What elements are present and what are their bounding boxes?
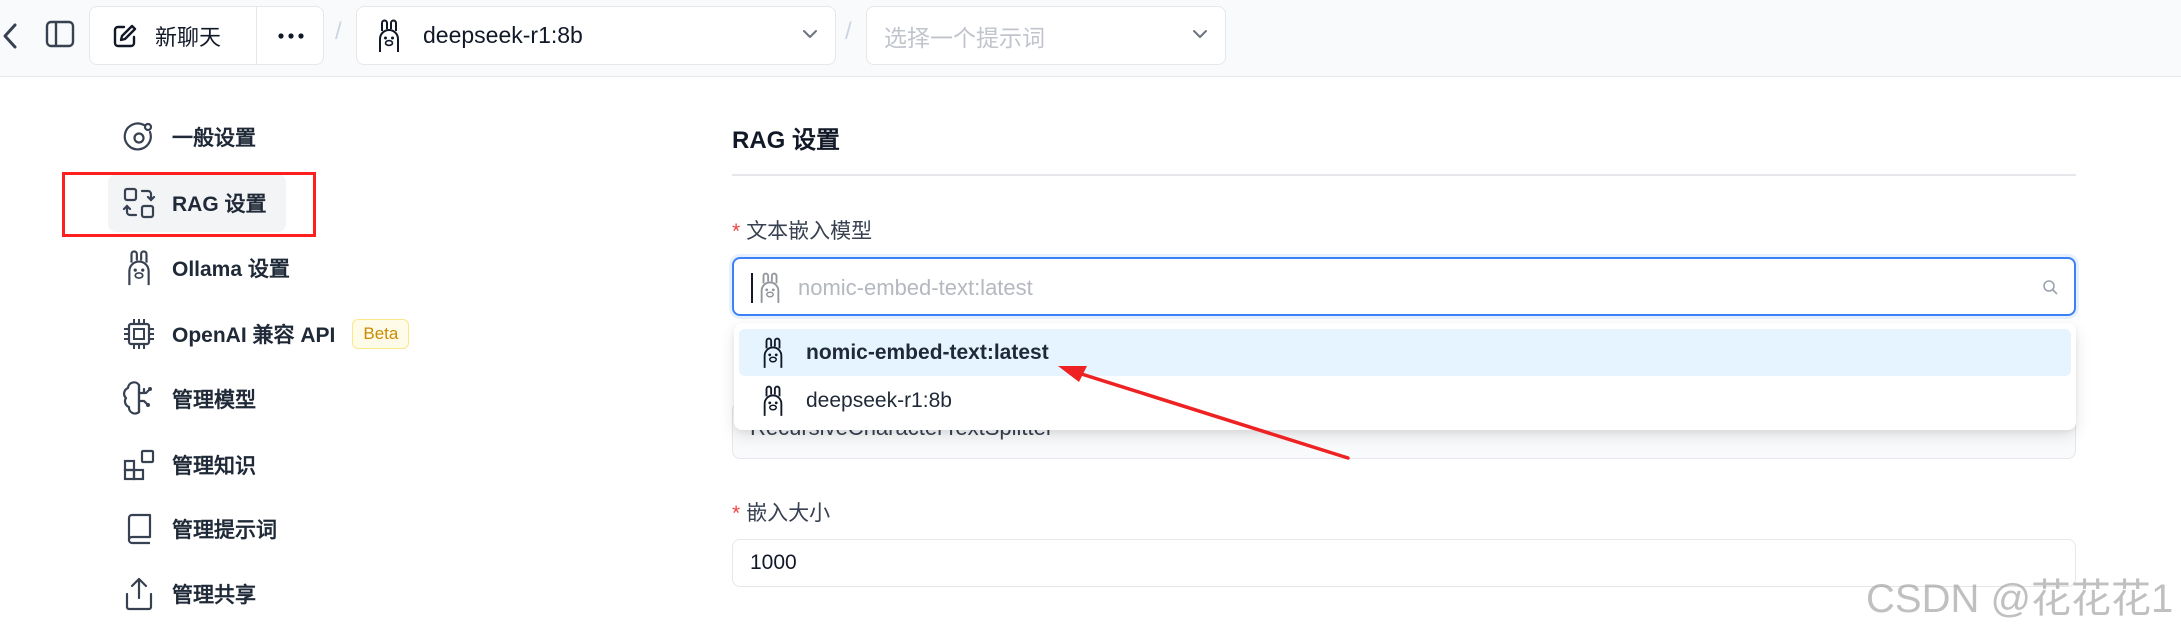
embed-model-option[interactable]: deepseek-r1:8b: [739, 377, 2071, 424]
nav-item-label: 管理模型: [172, 389, 256, 412]
prompt-selector-placeholder: 选择一个提示词: [884, 24, 1045, 51]
breadcrumb-separator: /: [335, 18, 342, 45]
nav-item-label: 管理知识: [172, 455, 256, 478]
chevron-down-icon: [801, 25, 819, 48]
nav-item-manage-knowledge[interactable]: 管理知识: [108, 436, 256, 494]
text-cursor: [751, 273, 753, 303]
search-icon: [2042, 279, 2058, 300]
model-selector-value: deepseek-r1:8b: [423, 22, 583, 48]
nav-item-manage-sharing[interactable]: 管理共享: [108, 565, 256, 623]
ollama-icon: [758, 383, 788, 419]
share-icon: [119, 574, 159, 614]
embed-model-label-text: 文本嵌入模型: [746, 220, 873, 243]
embed-model-dropdown: nomic-embed-text:latest deepseek-r1:8b: [734, 323, 2076, 430]
embed-model-search-input[interactable]: nomic-embed-text:latest: [732, 257, 2076, 316]
top-bar: 新聊天 / deepseek-r1:8b / 选择一个提示词: [0, 0, 2181, 77]
new-chat-button[interactable]: 新聊天: [90, 7, 257, 64]
sidebar-toggle-button[interactable]: [42, 16, 78, 52]
nav-item-label: 管理共享: [172, 584, 256, 607]
edit-icon: [111, 22, 139, 50]
ollama-icon: [373, 18, 405, 54]
nav-item-label: Ollama 设置: [172, 258, 290, 281]
general-settings-icon: [119, 117, 159, 157]
nav-item-label: OpenAI 兼容 API: [172, 324, 336, 347]
divider: [732, 174, 2076, 176]
chevron-left-icon: [3, 23, 17, 49]
embed-model-label: * 文本嵌入模型: [732, 215, 872, 245]
nav-item-manage-models[interactable]: 管理模型: [108, 370, 256, 428]
chunk-size-label: * 嵌入大小: [732, 497, 830, 527]
nav-item-ollama[interactable]: Ollama 设置: [108, 239, 290, 297]
embed-model-option[interactable]: nomic-embed-text:latest: [739, 329, 2071, 376]
new-chat-label: 新聊天: [155, 24, 222, 50]
nav-item-openai-api[interactable]: OpenAI 兼容 API Beta: [108, 305, 410, 363]
book-icon: [119, 509, 159, 549]
breadcrumb-separator: /: [845, 18, 852, 45]
ollama-icon: [754, 270, 786, 306]
prompt-selector[interactable]: 选择一个提示词: [866, 6, 1226, 65]
nav-item-label: 一般设置: [172, 127, 256, 150]
watermark: CSDN @花花花1: [1866, 577, 2174, 621]
chip-icon: [119, 314, 159, 354]
chunk-size-value: 1000: [750, 551, 797, 574]
beta-badge: Beta: [352, 319, 410, 349]
chunk-size-label-text: 嵌入大小: [746, 502, 831, 525]
embed-model-placeholder: nomic-embed-text:latest: [798, 275, 1033, 300]
nav-item-manage-prompts[interactable]: 管理提示词: [108, 500, 277, 558]
new-chat-group: 新聊天: [89, 6, 324, 65]
embed-model-option-label: deepseek-r1:8b: [806, 388, 952, 412]
model-selector[interactable]: deepseek-r1:8b: [356, 6, 836, 65]
nav-item-label: 管理提示词: [172, 519, 277, 542]
sidebar-toggle-icon: [45, 20, 75, 48]
embed-model-option-label: nomic-embed-text:latest: [806, 340, 1049, 364]
ollama-icon: [119, 248, 159, 288]
nav-item-general[interactable]: 一般设置: [108, 108, 256, 166]
more-horizontal-icon: [277, 32, 304, 39]
annotation-highlight-box: [62, 172, 316, 237]
section-title: RAG 设置: [732, 127, 840, 154]
blocks-icon: [119, 445, 159, 485]
required-mark: *: [732, 502, 741, 525]
brain-icon: [119, 379, 159, 419]
back-button[interactable]: [0, 18, 20, 54]
ollama-icon: [758, 335, 788, 371]
required-mark: *: [732, 220, 741, 243]
more-options-button[interactable]: [257, 7, 324, 64]
chevron-down-icon: [1191, 25, 1209, 48]
